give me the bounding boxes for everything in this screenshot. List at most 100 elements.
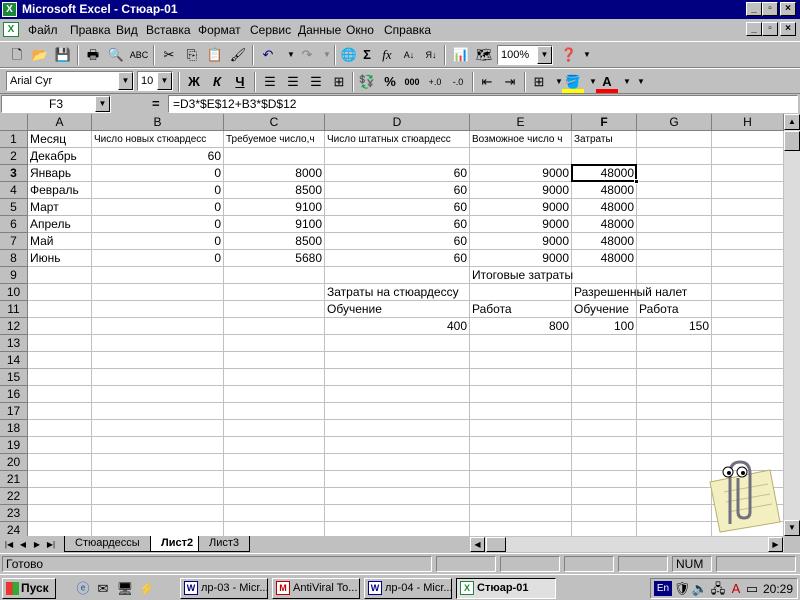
cell-d1[interactable]: Число штатных стюардесс: [325, 131, 470, 148]
vertical-scrollbar[interactable]: ▲ ▼: [784, 114, 800, 536]
decrease-indent-icon[interactable]: ⇤: [476, 71, 498, 93]
spreadsheet-grid[interactable]: A B C D E F G H 1 2 3 4 5 6 7 8 9 10 11 12 13 14 15 16 17 18 19 20 2…: [0, 114, 784, 536]
open-icon[interactable]: 📂: [29, 44, 51, 66]
sort-ascending-icon[interactable]: A↓: [398, 44, 420, 66]
cell-d7[interactable]: 60: [325, 233, 469, 250]
cell-b7[interactable]: 0: [92, 233, 223, 250]
row-header-7[interactable]: 7: [0, 233, 28, 250]
row-header-19[interactable]: 19: [0, 437, 28, 454]
cell-f10[interactable]: Разрешенный налет: [572, 284, 702, 301]
formula-input[interactable]: =D3*$E$12+B3*$D$12: [168, 95, 798, 113]
row-header-24[interactable]: 24: [0, 522, 28, 536]
new-icon[interactable]: 🗋: [6, 44, 28, 66]
scroll-down-icon[interactable]: ▼: [784, 520, 800, 536]
cell-d3[interactable]: 60: [325, 165, 469, 182]
cell-d6[interactable]: 60: [325, 216, 469, 233]
cell-b6[interactable]: 0: [92, 216, 223, 233]
prev-sheet-icon[interactable]: ◀: [16, 537, 30, 552]
taskbar-button-lr04[interactable]: W лр-04 - Micr...: [364, 578, 452, 599]
cell-f8[interactable]: 48000: [572, 250, 636, 267]
cell-f4[interactable]: 48000: [572, 182, 636, 199]
cell-e5[interactable]: 9000: [470, 199, 571, 216]
paste-icon[interactable]: 📋: [204, 44, 226, 66]
row-header-21[interactable]: 21: [0, 471, 28, 488]
row-header-17[interactable]: 17: [0, 403, 28, 420]
taskbar-button-lr03[interactable]: W лр-03 - Micr...: [180, 578, 268, 599]
cell-c1[interactable]: Требуемое число,ч: [224, 131, 325, 148]
bold-button[interactable]: Ж: [183, 71, 205, 93]
cell-b1[interactable]: Число новых стюардесс: [92, 131, 224, 148]
toolbar-options-icon[interactable]: ▼: [630, 71, 652, 93]
name-box[interactable]: F3 ▼: [1, 95, 111, 113]
format-painter-icon[interactable]: 🖌: [227, 44, 249, 66]
row-header-10[interactable]: 10: [0, 284, 28, 301]
horizontal-scrollbar[interactable]: ◀ ▶: [470, 537, 784, 552]
row-header-23[interactable]: 23: [0, 505, 28, 522]
cell-d8[interactable]: 60: [325, 250, 469, 267]
network-icon[interactable]: 🖧: [709, 580, 727, 597]
align-left-icon[interactable]: ☰: [259, 71, 281, 93]
print-preview-icon[interactable]: 🔍: [105, 44, 127, 66]
currency-icon[interactable]: 💱: [356, 71, 378, 93]
maximize-button[interactable]: ▫: [762, 2, 778, 16]
cell-f12[interactable]: 100: [572, 318, 636, 335]
show-desktop-icon[interactable]: 🖥: [116, 580, 134, 597]
column-header-b[interactable]: B: [92, 114, 224, 131]
scroll-right-icon[interactable]: ▶: [768, 537, 783, 552]
cell-g11[interactable]: Работа: [637, 301, 784, 318]
monitor-icon[interactable]: ▭: [743, 580, 761, 597]
align-center-icon[interactable]: ☰: [282, 71, 304, 93]
chart-wizard-icon[interactable]: 📊: [450, 44, 472, 66]
thousands-button[interactable]: 000: [401, 71, 423, 93]
cell-e1[interactable]: Возможное число ч: [470, 131, 572, 148]
merge-center-icon[interactable]: ⊞: [328, 71, 350, 93]
cell-e12[interactable]: 800: [470, 318, 571, 335]
zoom-combo[interactable]: 100% ▼: [497, 45, 553, 65]
cell-c8[interactable]: 5680: [224, 250, 324, 267]
chevron-down-icon[interactable]: ▼: [95, 96, 110, 112]
menu-file[interactable]: Файл: [28, 23, 58, 37]
cell-e6[interactable]: 9000: [470, 216, 571, 233]
equals-icon[interactable]: =: [152, 95, 160, 113]
chevron-down-icon[interactable]: ▼: [118, 72, 133, 90]
last-sheet-icon[interactable]: ▶|: [44, 537, 58, 552]
taskbar-button-antiviral[interactable]: M AntiViral To...: [272, 578, 360, 599]
language-indicator[interactable]: En: [654, 581, 672, 596]
cell-c7[interactable]: 8500: [224, 233, 324, 250]
cell-f6[interactable]: 48000: [572, 216, 636, 233]
underline-button[interactable]: Ч: [229, 71, 251, 93]
volume-icon[interactable]: 🔊: [691, 580, 709, 597]
office-assistant-clippy[interactable]: [700, 452, 782, 534]
menu-view[interactable]: Вид: [116, 23, 138, 37]
outlook-express-icon[interactable]: ✉: [94, 580, 112, 597]
scroll-left-icon[interactable]: ◀: [470, 537, 485, 552]
cell-c5[interactable]: 9100: [224, 199, 324, 216]
sort-descending-icon[interactable]: Я↓: [420, 44, 442, 66]
column-header-a[interactable]: A: [28, 114, 92, 131]
first-sheet-icon[interactable]: |◀: [2, 537, 16, 552]
increase-decimal-icon[interactable]: +.0: [424, 71, 446, 93]
cell-e7[interactable]: 9000: [470, 233, 571, 250]
fill-handle[interactable]: [634, 179, 639, 184]
chevron-down-icon[interactable]: ▼: [157, 72, 172, 90]
cell-b8[interactable]: 0: [92, 250, 223, 267]
doc-minimize-button[interactable]: _: [746, 22, 762, 36]
menu-help[interactable]: Справка: [384, 23, 431, 37]
italic-button[interactable]: К: [206, 71, 228, 93]
cell-d5[interactable]: 60: [325, 199, 469, 216]
taskbar-button-styuar01[interactable]: X Стюар-01: [456, 578, 556, 599]
column-header-g[interactable]: G: [637, 114, 712, 131]
scroll-up-icon[interactable]: ▲: [784, 114, 800, 130]
undo-icon[interactable]: ↶: [257, 44, 279, 66]
menu-insert[interactable]: Вставка: [146, 23, 191, 37]
cell-c6[interactable]: 9100: [224, 216, 324, 233]
row-header-4[interactable]: 4: [0, 182, 28, 199]
quick-launch-icon[interactable]: ⚡: [138, 580, 156, 597]
column-header-d[interactable]: D: [325, 114, 470, 131]
column-header-h[interactable]: H: [712, 114, 784, 131]
cell-e3[interactable]: 9000: [470, 165, 571, 182]
start-button[interactable]: Пуск: [2, 578, 56, 599]
cell-b5[interactable]: 0: [92, 199, 223, 216]
cell-d12[interactable]: 400: [325, 318, 469, 335]
internet-explorer-icon[interactable]: ⓔ: [74, 580, 92, 597]
